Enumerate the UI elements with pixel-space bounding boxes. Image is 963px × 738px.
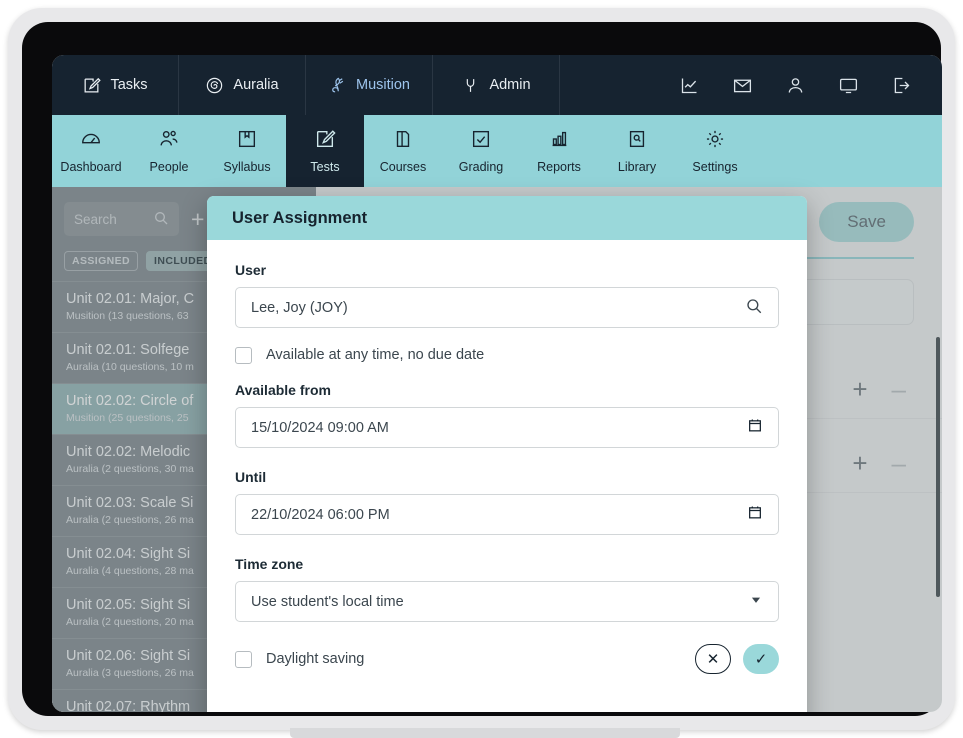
treble-note-icon: [328, 76, 347, 95]
subnav-item-grading[interactable]: Grading: [442, 115, 520, 187]
topnav-label: Tasks: [110, 77, 147, 93]
subnav-item-reports[interactable]: Reports: [520, 115, 598, 187]
user-account-icon[interactable]: [785, 75, 806, 96]
tablet-screen: Tasks Auralia: [52, 55, 942, 712]
bar-chart-icon: [548, 128, 570, 153]
available-from-field[interactable]: 15/10/2024 09:00 AM: [235, 407, 779, 448]
topnav-label: Musition: [356, 77, 410, 93]
dialog-body: User Lee, Joy (JOY) Available at any tim…: [207, 240, 807, 622]
topnav-icon-group: [679, 55, 942, 115]
dialog-action-group: ✕ ✓: [695, 644, 779, 674]
user-field[interactable]: Lee, Joy (JOY): [235, 287, 779, 328]
anytime-checkbox-label: Available at any time, no due date: [266, 347, 484, 363]
subnav-label: Dashboard: [60, 160, 121, 174]
gauge-icon: [80, 128, 102, 153]
timezone-label: Time zone: [235, 556, 779, 572]
subnav-item-library[interactable]: Library: [598, 115, 676, 187]
until-field[interactable]: 22/10/2024 06:00 PM: [235, 494, 779, 535]
check-square-icon: [470, 128, 492, 153]
topnav-item-tasks[interactable]: Tasks: [52, 55, 179, 115]
logout-icon[interactable]: [891, 75, 912, 96]
secondary-navigation-bar: Dashboard People: [52, 115, 942, 187]
subnav-item-dashboard[interactable]: Dashboard: [52, 115, 130, 187]
calendar-icon[interactable]: [747, 504, 763, 525]
subnav-label: Tests: [310, 160, 339, 174]
tuning-fork-icon: [461, 76, 480, 95]
subnav-label: People: [150, 160, 189, 174]
tablet-device-frame: Tasks Auralia: [8, 8, 955, 730]
tablet-stand-foot: [290, 728, 680, 738]
subnav-label: Reports: [537, 160, 581, 174]
user-field-label: User: [235, 262, 779, 278]
topnav-label: Auralia: [233, 77, 278, 93]
subnav-item-tests[interactable]: Tests: [286, 115, 364, 187]
subnav-label: Grading: [459, 160, 503, 174]
subnav-item-settings[interactable]: Settings: [676, 115, 754, 187]
pencil-square-icon: [82, 76, 101, 95]
timezone-select[interactable]: Use student's local time: [235, 581, 779, 622]
subnav-label: Settings: [692, 160, 737, 174]
anytime-checkbox-row[interactable]: Available at any time, no due date: [235, 345, 779, 365]
pencil-square-icon: [314, 128, 336, 153]
people-icon: [158, 128, 180, 153]
available-from-label: Available from: [235, 382, 779, 398]
book-icon: [236, 128, 258, 153]
topnav-item-musition[interactable]: Musition: [306, 55, 433, 115]
subnav-label: Syllabus: [223, 160, 270, 174]
book-search-icon: [626, 128, 648, 153]
analytics-chart-icon[interactable]: [679, 75, 700, 96]
dialog-title: User Assignment: [207, 196, 807, 240]
subnav-item-syllabus[interactable]: Syllabus: [208, 115, 286, 187]
cancel-button[interactable]: ✕: [695, 644, 731, 674]
confirm-button[interactable]: ✓: [743, 644, 779, 674]
calendar-icon[interactable]: [747, 417, 763, 438]
folder-icon: [392, 128, 414, 153]
monitor-icon[interactable]: [838, 75, 859, 96]
tablet-bezel: Tasks Auralia: [22, 22, 941, 716]
gear-icon: [704, 128, 726, 153]
timezone-value: Use student's local time: [251, 594, 404, 610]
spiral-shell-icon: [205, 76, 224, 95]
topnav-item-admin[interactable]: Admin: [433, 55, 560, 115]
anytime-checkbox[interactable]: [235, 347, 252, 364]
search-icon[interactable]: [745, 297, 763, 319]
topnav-label: Admin: [489, 77, 530, 93]
mail-icon[interactable]: [732, 75, 753, 96]
dialog-footer: Daylight saving ✕ ✓: [207, 644, 807, 674]
daylight-checkbox[interactable]: [235, 651, 252, 668]
subnav-label: Courses: [380, 160, 427, 174]
daylight-checkbox-label: Daylight saving: [266, 651, 364, 667]
subnav-label: Library: [618, 160, 656, 174]
top-navigation-bar: Tasks Auralia: [52, 55, 942, 115]
until-value: 22/10/2024 06:00 PM: [251, 507, 390, 523]
available-from-value: 15/10/2024 09:00 AM: [251, 420, 389, 436]
subnav-item-people[interactable]: People: [130, 115, 208, 187]
topnav-item-auralia[interactable]: Auralia: [179, 55, 306, 115]
until-label: Until: [235, 469, 779, 485]
user-assignment-dialog: User Assignment User Lee, Joy (JOY): [207, 196, 807, 712]
subnav-item-courses[interactable]: Courses: [364, 115, 442, 187]
chevron-down-icon[interactable]: [749, 593, 763, 611]
user-field-value: Lee, Joy (JOY): [251, 300, 348, 316]
topnav-spacer: [560, 55, 679, 115]
daylight-checkbox-row[interactable]: Daylight saving: [235, 649, 364, 669]
